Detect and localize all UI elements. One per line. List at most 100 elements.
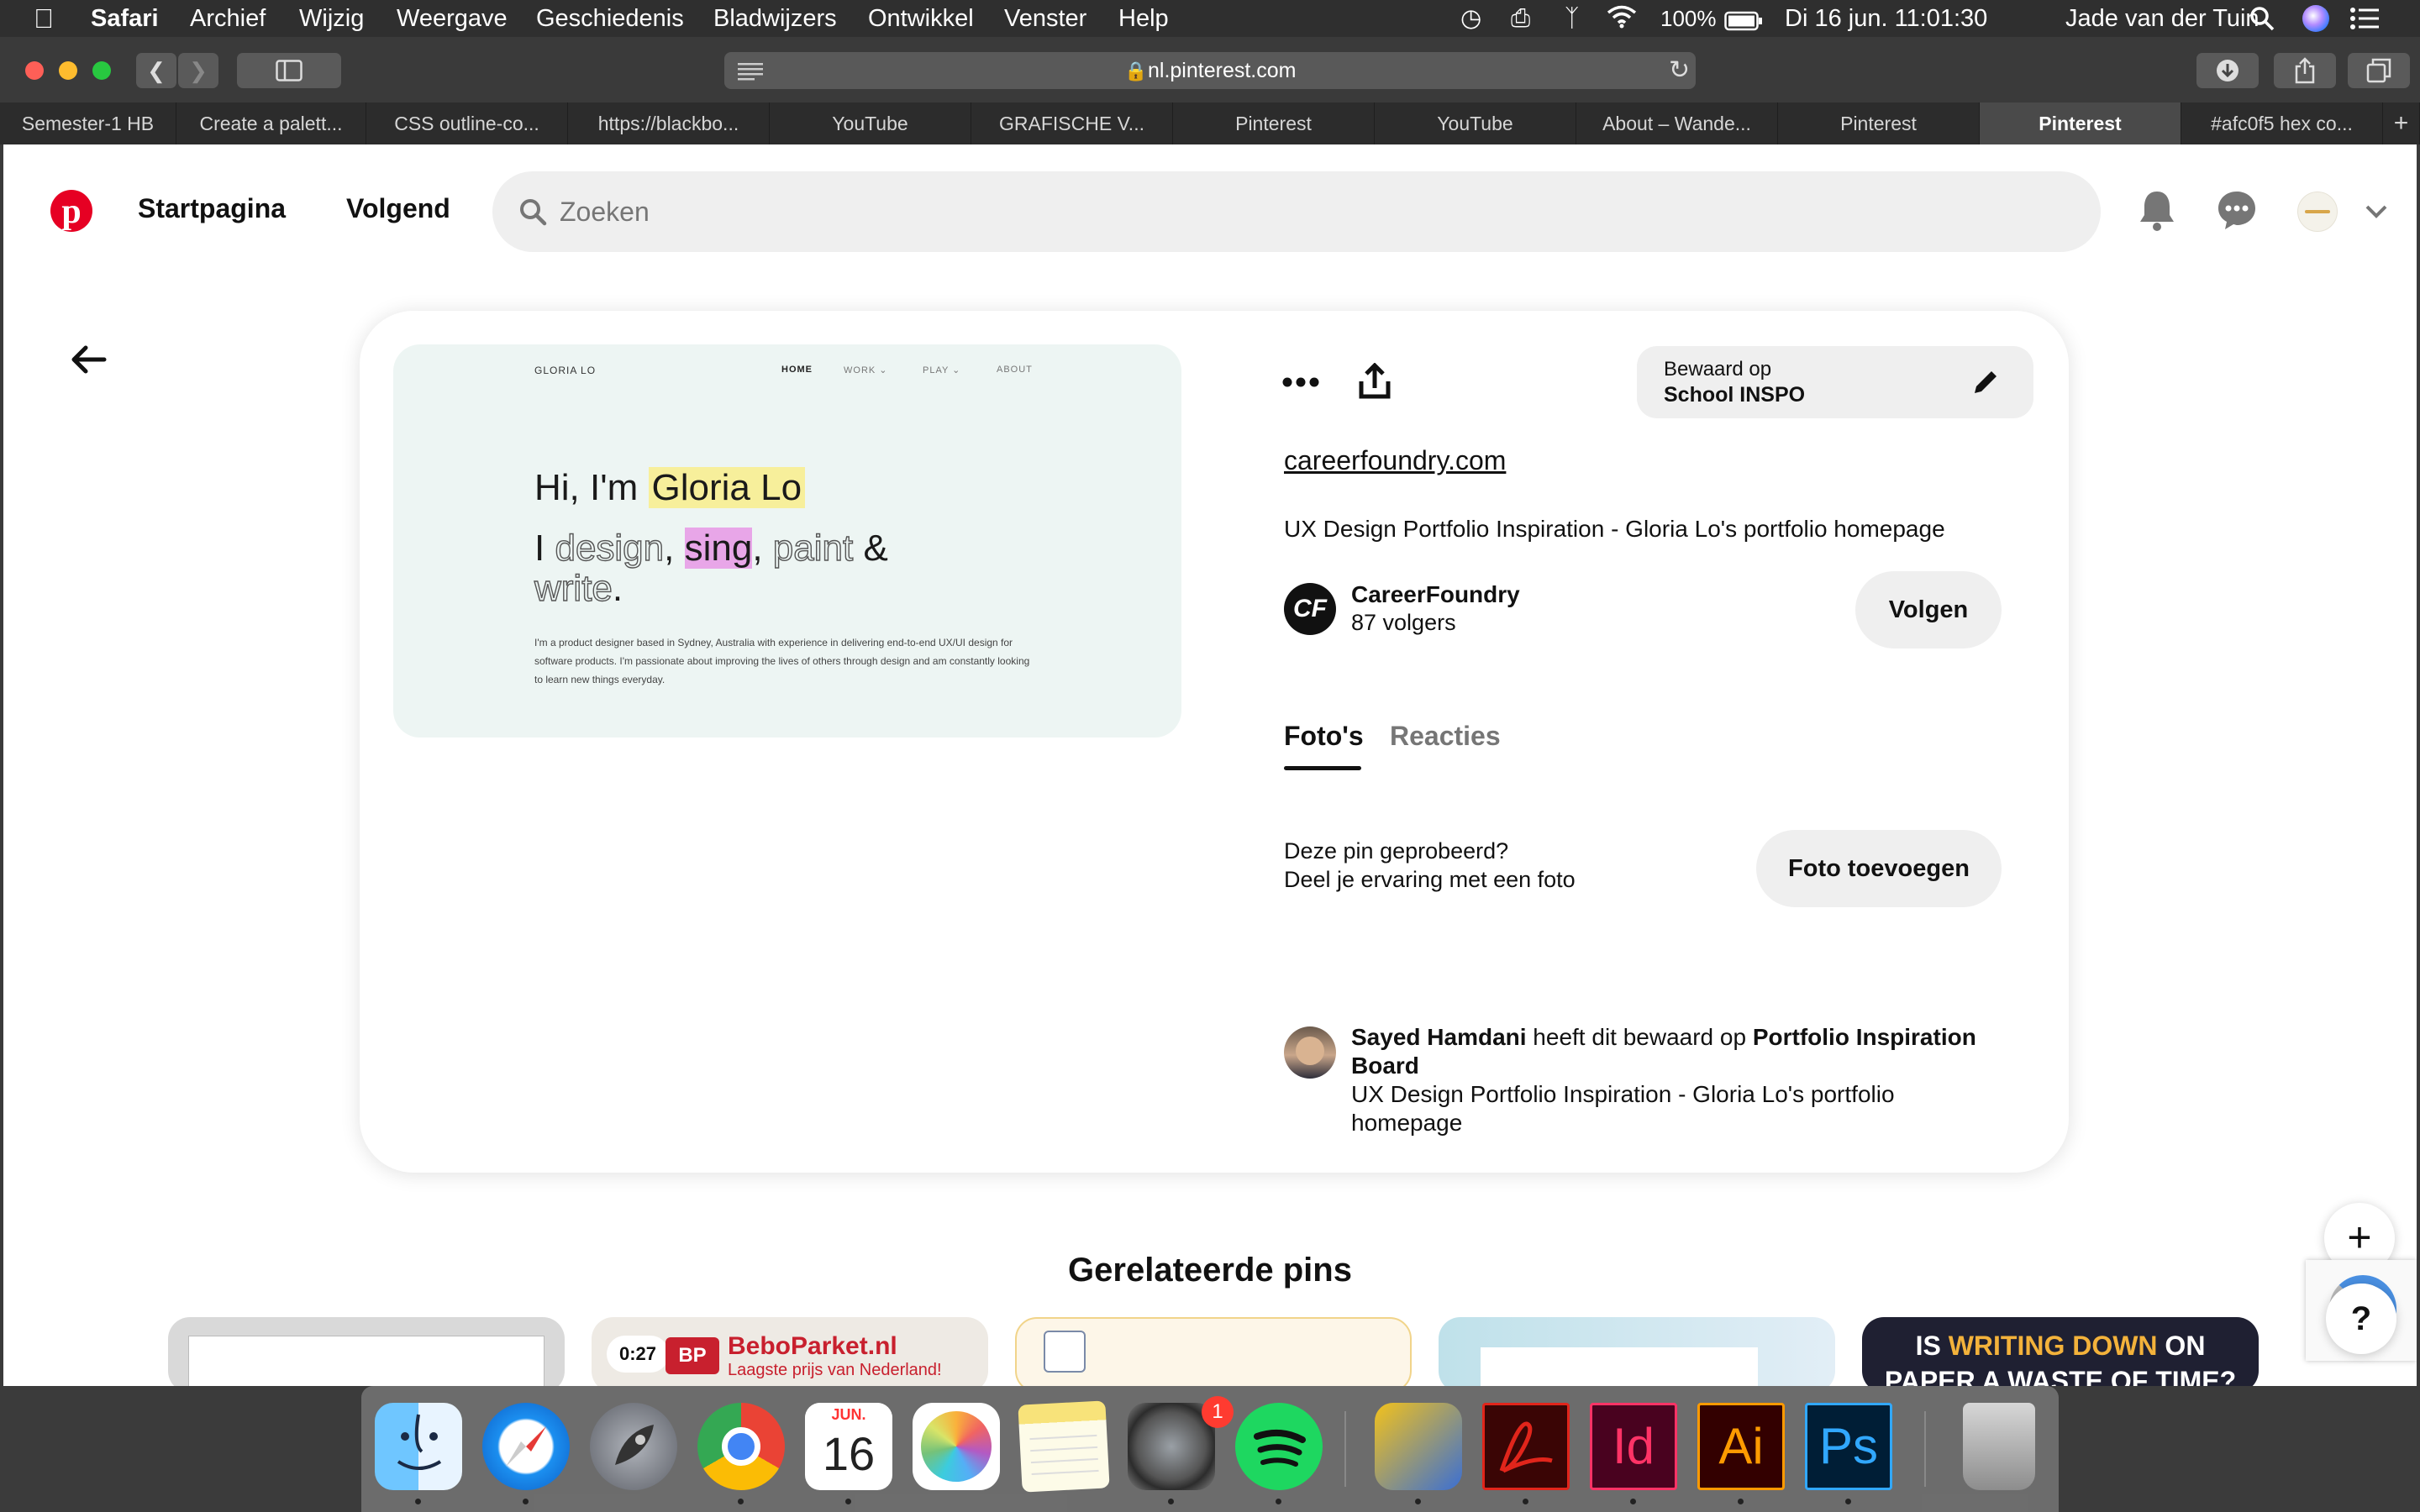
battery-icon[interactable] bbox=[1724, 8, 1763, 39]
saved-to-board-button[interactable]: Bewaard op School INSPO bbox=[1637, 346, 2033, 418]
bluetooth-icon[interactable]: ᛉ bbox=[1565, 3, 1579, 34]
pin-image[interactable]: GLORIA LO HOME WORK ⌄ PLAY ⌄ ABOUT Hi, I… bbox=[393, 344, 1181, 738]
menu-geschiedenis[interactable]: Geschiedenis bbox=[536, 3, 684, 34]
window-zoom-button[interactable] bbox=[92, 61, 111, 80]
menu-help[interactable]: Help bbox=[1118, 3, 1169, 34]
calendar-icon[interactable]: JUN. 16 bbox=[805, 1403, 892, 1490]
sidebar-icon bbox=[276, 60, 302, 81]
messages-icon[interactable] bbox=[2217, 190, 2257, 230]
source-link[interactable]: careerfoundry.com bbox=[1284, 445, 1506, 476]
browser-tab[interactable]: Pinterest bbox=[1173, 102, 1375, 144]
notifications-bell-icon[interactable] bbox=[2138, 188, 2176, 232]
menu-user-name[interactable]: Jade van der Tuin bbox=[2065, 3, 2260, 34]
menu-ontwikkel[interactable]: Ontwikkel bbox=[868, 3, 974, 34]
tab-active-indicator bbox=[1284, 766, 1361, 770]
safari-icon[interactable] bbox=[482, 1403, 570, 1490]
browser-tab[interactable]: YouTube bbox=[1375, 102, 1576, 144]
trash-icon[interactable] bbox=[1963, 1403, 2035, 1490]
launchpad-rocket-icon[interactable] bbox=[590, 1403, 677, 1490]
menu-bladwijzers[interactable]: Bladwijzers bbox=[713, 3, 837, 34]
browser-tab-active[interactable]: Pinterest bbox=[1980, 102, 2181, 144]
apple-icon[interactable]:  bbox=[34, 3, 54, 34]
tab-comments[interactable]: Reacties bbox=[1390, 721, 1501, 752]
pin-description: UX Design Portfolio Inspiration - Gloria… bbox=[1284, 516, 1945, 542]
share-upload-icon[interactable] bbox=[1358, 363, 1392, 400]
creator-avatar[interactable]: CF bbox=[1284, 583, 1336, 635]
new-tab-button[interactable]: + bbox=[2383, 102, 2420, 144]
downloads-button[interactable] bbox=[2196, 53, 2259, 88]
tab-bar: Semester-1 HB Create a palett... CSS out… bbox=[0, 102, 2420, 144]
window-close-button[interactable] bbox=[25, 61, 44, 80]
menu-archief[interactable]: Archief bbox=[190, 3, 266, 34]
spotlight-search-icon[interactable] bbox=[2249, 5, 2275, 39]
back-button[interactable]: ❮ bbox=[136, 53, 176, 88]
share-button[interactable] bbox=[2274, 53, 2336, 88]
headline-highlight: WRITING DOWN bbox=[1948, 1331, 2158, 1361]
nav-following[interactable]: Volgend bbox=[346, 193, 450, 224]
illustrator-icon[interactable]: Ai bbox=[1697, 1403, 1785, 1490]
help-button[interactable]: ? bbox=[2326, 1284, 2396, 1354]
browser-tab[interactable]: About – Wande... bbox=[1576, 102, 1778, 144]
edit-pencil-icon bbox=[1975, 371, 1996, 393]
indesign-icon[interactable]: Id bbox=[1590, 1403, 1677, 1490]
browser-tab[interactable]: Pinterest bbox=[1778, 102, 1980, 144]
pinterest-header: p Startpagina Volgend bbox=[3, 144, 2417, 279]
related-pin-logo bbox=[1044, 1331, 1086, 1373]
line2-paint: paint bbox=[772, 527, 854, 569]
browser-tab[interactable]: #afc0f5 hex co... bbox=[2181, 102, 2383, 144]
printer-icon[interactable]: ⎙ bbox=[1511, 3, 1530, 34]
forward-button[interactable]: ❯ bbox=[178, 53, 218, 88]
more-options-icon[interactable] bbox=[1282, 376, 1319, 388]
window-minimize-button[interactable] bbox=[59, 61, 77, 80]
tab-overview-button[interactable] bbox=[2348, 53, 2410, 88]
follow-button[interactable]: Volgen bbox=[1855, 571, 2002, 648]
activity-user-avatar[interactable] bbox=[1284, 1026, 1336, 1079]
calendar-month: JUN. bbox=[805, 1403, 892, 1425]
back-arrow-icon[interactable] bbox=[71, 344, 108, 375]
menu-venster[interactable]: Venster bbox=[1004, 3, 1086, 34]
add-photo-button[interactable]: Foto toevoegen bbox=[1756, 830, 2002, 907]
photoshop-icon[interactable]: Ps bbox=[1805, 1403, 1892, 1490]
creator-name[interactable]: CareerFoundry bbox=[1351, 581, 1520, 608]
photos-icon[interactable] bbox=[913, 1403, 1000, 1490]
related-pin[interactable] bbox=[1439, 1317, 1835, 1386]
menu-wijzig[interactable]: Wijzig bbox=[299, 3, 364, 34]
browser-tab[interactable]: CSS outline-co... bbox=[366, 102, 568, 144]
related-pin[interactable]: 0:27 BP BeboParket.nl Laagste prijs van … bbox=[592, 1317, 988, 1386]
pinterest-logo-icon[interactable]: p bbox=[50, 190, 92, 232]
sidebar-toggle-button[interactable] bbox=[237, 53, 341, 88]
address-bar[interactable]: 🔒 nl.pinterest.com ↻ bbox=[724, 52, 1696, 89]
notes-icon[interactable] bbox=[1018, 1400, 1110, 1493]
menu-app-name[interactable]: Safari bbox=[91, 3, 159, 34]
related-pin[interactable]: IS WRITING DOWN ON PAPER A WASTE OF TIME… bbox=[1862, 1317, 2259, 1386]
notification-center-icon[interactable] bbox=[2349, 5, 2380, 39]
reader-view-icon[interactable] bbox=[738, 60, 763, 87]
chevron-down-icon[interactable] bbox=[2365, 203, 2388, 220]
browser-tab[interactable]: Create a palett... bbox=[176, 102, 366, 144]
acrobat-icon[interactable] bbox=[1482, 1403, 1570, 1490]
browser-tab[interactable]: Semester-1 HB bbox=[0, 102, 176, 144]
browser-tab[interactable]: YouTube bbox=[770, 102, 971, 144]
nav-home[interactable]: Startpagina bbox=[138, 193, 286, 224]
profile-avatar[interactable] bbox=[2297, 192, 2338, 232]
headline-part: IS bbox=[1915, 1331, 1949, 1361]
finder-icon[interactable] bbox=[375, 1403, 462, 1490]
wunderbucket-icon[interactable] bbox=[1375, 1403, 1462, 1490]
browser-tab[interactable]: https://blackbo... bbox=[568, 102, 770, 144]
search-bar[interactable] bbox=[492, 171, 2101, 252]
tab-photos[interactable]: Foto's bbox=[1284, 721, 1364, 752]
siri-icon[interactable] bbox=[2302, 5, 2329, 32]
spotify-icon[interactable] bbox=[1235, 1403, 1323, 1490]
search-input[interactable] bbox=[560, 171, 2072, 252]
menu-datetime[interactable]: Di 16 jun. 11:01:30 bbox=[1785, 3, 1987, 34]
browser-tab[interactable]: GRAFISCHE V... bbox=[971, 102, 1173, 144]
menu-weergave[interactable]: Weergave bbox=[397, 3, 508, 34]
chrome-icon[interactable] bbox=[697, 1403, 785, 1490]
timemachine-icon[interactable]: ◷ bbox=[1460, 3, 1481, 34]
pin-image-body: I'm a product designer based in Sydney, … bbox=[534, 637, 1030, 685]
reload-icon[interactable]: ↻ bbox=[1669, 55, 1690, 85]
wifi-icon[interactable] bbox=[1605, 3, 1639, 36]
related-pin[interactable] bbox=[1015, 1317, 1412, 1386]
activity-user-name[interactable]: Sayed Hamdani bbox=[1351, 1024, 1527, 1050]
related-pin[interactable] bbox=[168, 1317, 565, 1386]
